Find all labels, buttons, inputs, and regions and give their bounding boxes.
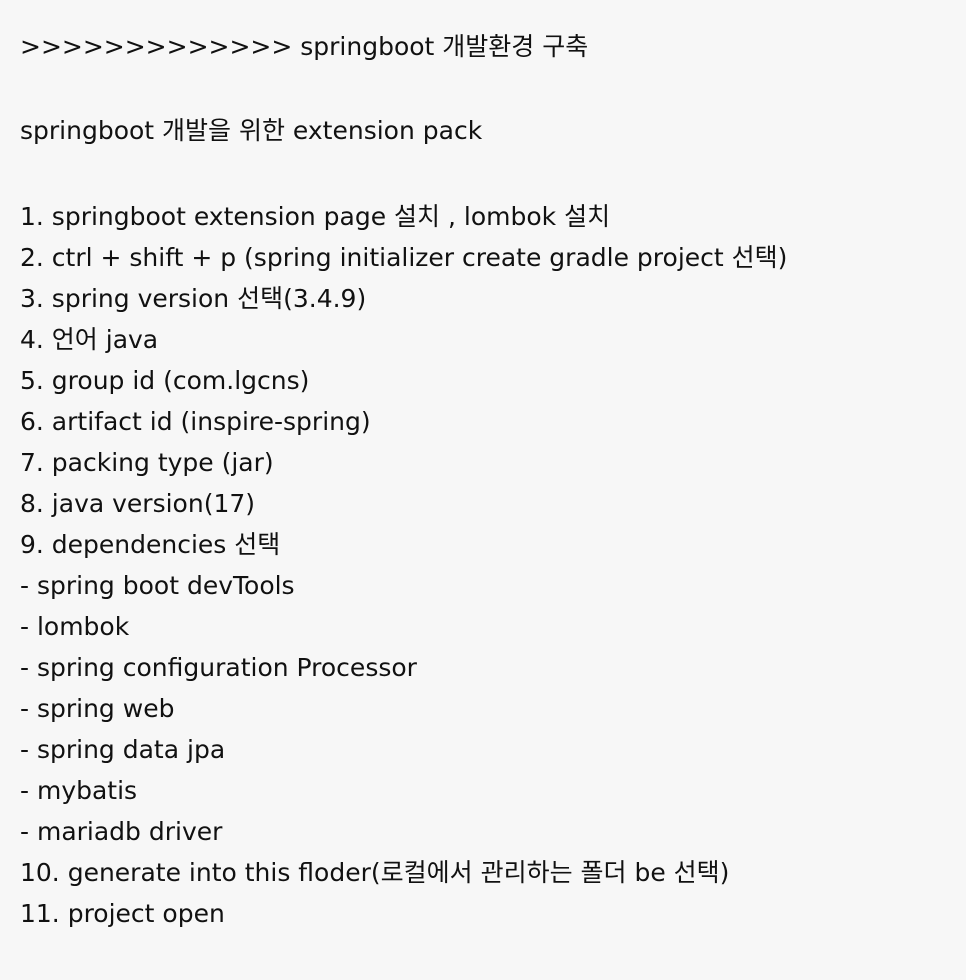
step-10: 10. generate into this floder(로컬에서 관리하는 … — [20, 858, 730, 887]
step-8: 8. java version(17) — [20, 489, 256, 518]
setup-steps-list: 1. springboot extension page 설치 , lombok… — [20, 196, 787, 934]
dependency-configuration-processor: - spring configuration Processor — [20, 653, 417, 682]
step-6: 6. artifact id (inspire-spring) — [20, 407, 371, 436]
dependency-lombok: - lombok — [20, 612, 130, 641]
dependency-mybatis: - mybatis — [20, 776, 138, 805]
step-3: 3. spring version 선택(3.4.9) — [20, 284, 367, 313]
step-4: 4. 언어 java — [20, 325, 159, 354]
dependency-mariadb-driver: - mariadb driver — [20, 817, 223, 846]
document-heading: >>>>>>>>>>>>> springboot 개발환경 구축 — [20, 32, 589, 61]
step-11: 11. project open — [20, 899, 225, 928]
step-2: 2. ctrl + shift + p (spring initializer … — [20, 243, 788, 272]
document-subtitle: springboot 개발을 위한 extension pack — [20, 116, 483, 145]
dependency-spring-data-jpa: - spring data jpa — [20, 735, 226, 764]
step-5: 5. group id (com.lgcns) — [20, 366, 310, 395]
dependency-spring-web: - spring web — [20, 694, 175, 723]
step-9: 9. dependencies 선택 — [20, 530, 281, 559]
document-page: >>>>>>>>>>>>> springboot 개발환경 구축 springb… — [0, 0, 966, 980]
step-7: 7. packing type (jar) — [20, 448, 274, 477]
step-1: 1. springboot extension page 설치 , lombok… — [20, 202, 611, 231]
dependency-devtools: - spring boot devTools — [20, 571, 295, 600]
